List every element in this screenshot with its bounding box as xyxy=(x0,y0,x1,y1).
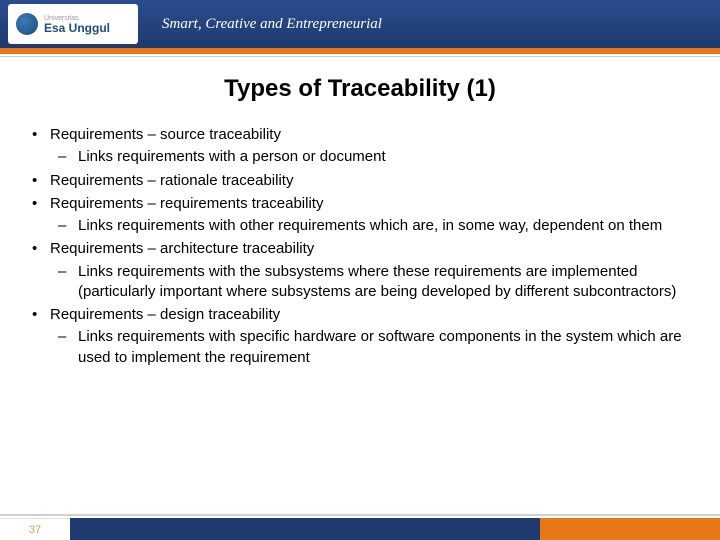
sub-list-item: Links requirements with a person or docu… xyxy=(50,147,692,167)
globe-icon xyxy=(16,13,38,35)
list-item: Requirements – requirements traceability… xyxy=(28,194,692,237)
sub-list: Links requirements with a person or docu… xyxy=(50,147,692,167)
sub-list: Links requirements with other requiremen… xyxy=(50,216,692,236)
sub-list-item: Links requirements with other requiremen… xyxy=(50,216,692,236)
footer-divider xyxy=(0,514,720,516)
footer-navy-block xyxy=(70,518,540,540)
slide-title: Types of Traceability (1) xyxy=(0,75,720,103)
list-item: Requirements – architecture traceability… xyxy=(28,239,692,302)
list-item: Requirements – design traceabilityLinks … xyxy=(28,305,692,368)
list-item: Requirements – rationale traceability xyxy=(28,171,692,191)
sub-list-item: Links requirements with specific hardwar… xyxy=(50,327,692,368)
tagline: Smart, Creative and Entrepreneurial xyxy=(162,16,382,33)
footer-orange-block xyxy=(540,518,720,540)
bullet-list: Requirements – source traceabilityLinks … xyxy=(28,125,692,368)
footer: 37 xyxy=(0,514,720,540)
sub-list: Links requirements with specific hardwar… xyxy=(50,327,692,368)
list-item: Requirements – source traceabilityLinks … xyxy=(28,125,692,168)
logo-area: Universitas Esa Unggul xyxy=(8,4,138,44)
content-area: Requirements – source traceabilityLinks … xyxy=(0,103,720,368)
page-number: 37 xyxy=(0,518,70,540)
footer-bar: 37 xyxy=(0,518,720,540)
logo-text: Universitas Esa Unggul xyxy=(44,15,110,34)
thin-divider xyxy=(0,56,720,57)
sub-list: Links requirements with the subsystems w… xyxy=(50,262,692,303)
logo-name: Esa Unggul xyxy=(44,22,110,34)
sub-list-item: Links requirements with the subsystems w… xyxy=(50,262,692,303)
orange-divider xyxy=(0,48,720,54)
header-bar: Universitas Esa Unggul Smart, Creative a… xyxy=(0,0,720,48)
